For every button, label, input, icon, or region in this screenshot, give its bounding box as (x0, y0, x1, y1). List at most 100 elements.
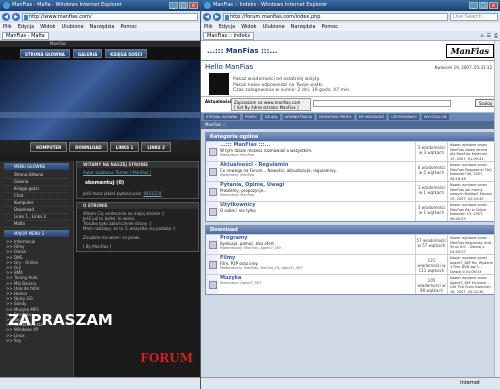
menu-item[interactable]: Plik (204, 23, 213, 31)
menu-item[interactable]: Ulubione (263, 23, 285, 31)
news-label: Aktualności: (205, 99, 233, 104)
nav-top-item[interactable]: KSIĘGA GOŚCI (105, 49, 148, 58)
menu-item[interactable]: Plik (3, 23, 12, 31)
forward-button[interactable]: ▶ (213, 13, 221, 21)
sidebar-item[interactable]: Links 1 , Links 2 (4, 214, 69, 221)
forum-last-post[interactable]: Nowe: wysłane przez ManFias Jak mamy now… (447, 182, 495, 201)
print-icon[interactable]: ⎙ (494, 33, 498, 39)
close-button[interactable]: × (189, 2, 198, 9)
forum-row[interactable]: Muzyka Moderator: Agent7_SKY 105 wiadomośc… (206, 274, 495, 294)
banner-stripe (0, 112, 200, 118)
sidebar-item[interactable]: Strona Główna (4, 172, 69, 179)
minimize-button[interactable]: _ (469, 2, 478, 9)
category-heading[interactable]: Kategoria ogólna (206, 133, 495, 141)
favicon-icon (24, 15, 28, 20)
back-button[interactable]: ◀ (2, 13, 10, 21)
forum-nav-item[interactable]: MY MESSAGES (356, 114, 387, 120)
sidebar-item[interactable]: Komputer (4, 200, 69, 207)
sidebar-item[interactable]: Mafia (4, 221, 69, 228)
forum-status-icon (206, 182, 218, 201)
vertical-scrollbar[interactable] (494, 41, 500, 377)
nav-top-item[interactable]: GALERIA (72, 49, 103, 58)
search-button[interactable]: Szukaj (475, 99, 496, 107)
nav-top-item[interactable]: STRONA GŁÓWNA (20, 49, 70, 58)
sidebar-item[interactable]: Galeria (4, 179, 69, 186)
forum-info: Programy dyskusja, pomoc, bez ofert Modera… (218, 235, 415, 254)
right-title-bar: ManFias :: Indeks - Windows Internet Exp… (201, 0, 500, 11)
news-author: [ Set By Administrator ManFias ] (234, 105, 299, 110)
comment-count[interactable]: skomentuj (0) (77, 177, 198, 189)
sidebar-item[interactable]: Download (4, 207, 69, 214)
menu-item[interactable]: Pomoc (321, 23, 338, 31)
forum-post-count: 105 wiadomości w 98 wątkach (415, 275, 447, 294)
nav-main-item[interactable]: KOMPUTER (30, 142, 68, 152)
forum-post-count: 121 wiadomości w 111 wątkach (415, 255, 447, 274)
left-address-bar: ◀ ▶ http://www.manfias.com/ (0, 11, 200, 23)
welcome-text: Autor szablonu: Tomek | ManFias | (77, 168, 198, 177)
forum-nav-item[interactable]: MODYFIKUJ PROFIL (317, 114, 354, 120)
forum-nav-item[interactable]: UŻYTKOWNICY (389, 114, 420, 120)
menu-item[interactable]: Narzędzia (90, 23, 115, 31)
live-search-input[interactable]: Live Search (450, 13, 498, 21)
menu-item[interactable]: Narzędzia (291, 23, 316, 31)
menu-item[interactable]: Widok (40, 23, 55, 31)
sidebar-item[interactable]: Chat (4, 193, 69, 200)
forum-status-icon (206, 235, 218, 254)
forum-row[interactable]: Programy dyskusja, pomoc, bez ofert Modera… (206, 234, 495, 254)
nav-main-item[interactable]: LINKS 1 (109, 142, 140, 152)
menu-item[interactable]: Ulubione (62, 23, 84, 31)
gg-number[interactable]: 9451224 (144, 191, 162, 196)
menu-item[interactable]: Pomoc (120, 23, 137, 31)
forum-last-post[interactable]: Nowe: wysłane przez ManFias Regulamin FA… (447, 162, 495, 181)
forum-row[interactable]: ...::: ManFias :::... W tym dziale możesz… (206, 141, 495, 161)
home-icon[interactable]: ⌂ (480, 33, 483, 39)
forum-last-post[interactable]: Nowe: wysłane przez ManFias Re: w Gdyni … (447, 202, 495, 221)
forum-row[interactable]: Pytania, Opinie, Uwagi Problemy, propozyc… (206, 181, 495, 201)
forum-nav-item[interactable]: SZUKAJ (262, 114, 280, 120)
forum-info: Użytkownicy O sobie i nie tylko (218, 202, 415, 221)
feeds-icon[interactable]: ☰ (487, 33, 491, 39)
right-tab[interactable]: ManFias :: Indeks (203, 31, 255, 40)
forum-last-post[interactable]: Nowe: wysłane przez ManFias Nowe strona … (447, 142, 495, 161)
forum-nav-item[interactable]: POMOC (242, 114, 260, 120)
forum-status-icon (206, 162, 218, 181)
forward-button[interactable]: ▶ (12, 13, 20, 21)
right-url-input[interactable]: http://forum.manfias.com/index.php (223, 13, 448, 21)
forum-last-post[interactable]: Nowe: wysłane przez ManFias Kaspersky An… (447, 235, 495, 254)
back-button[interactable]: ◀ (203, 13, 211, 21)
forum-nav-item[interactable]: ADMINISTRACJA (282, 114, 315, 120)
menu-item[interactable]: Widok (241, 23, 256, 31)
nav-main-item[interactable]: LINKS 2 (141, 142, 171, 152)
forum-logo-text[interactable]: FORUM (140, 351, 193, 365)
close-button[interactable]: × (489, 2, 498, 9)
forum-row[interactable]: Użytkownicy O sobie i nie tylko 3 wiadomoś… (206, 201, 495, 221)
forum-breadcrumb[interactable]: ManFias ::. (201, 121, 500, 129)
user-info-panel: Hello ManFias Kwiecień 19, 2007, 05:31:1… (201, 61, 500, 97)
forum-row[interactable]: Aktualności - Regulamin Co nowego na Foru… (206, 161, 495, 181)
forum-nav-item[interactable]: STRONA GŁÓWNA (204, 114, 240, 120)
maximize-button[interactable]: □ (179, 2, 188, 9)
info-line[interactable]: Czas zalogowania w sumie: 2 dni, 19 godz… (233, 88, 351, 94)
maximize-button[interactable]: □ (479, 2, 488, 9)
left-tab[interactable]: ManFias - Mafia (2, 31, 49, 40)
forum-last-post[interactable]: Nowe: wysłane przez Agent7_SKY Eminem - … (447, 275, 495, 294)
forum-navigation: STRONA GŁÓWNA POMOC SZUKAJ ADMINISTRACJA MOD… (201, 113, 500, 121)
forum-status-icon (206, 142, 218, 161)
nav-main-item[interactable]: DOWNLOAD (69, 142, 108, 152)
category-heading[interactable]: Download (206, 226, 495, 234)
author-link[interactable]: Autor szablonu: Tomek | ManFias | (83, 170, 151, 175)
favicon-icon (225, 15, 229, 20)
forum-nav-item[interactable]: WYLOGUJ SIĘ (422, 114, 450, 120)
minimize-button[interactable]: _ (169, 2, 178, 9)
forum-search-input[interactable] (313, 100, 451, 107)
ie-icon (204, 2, 211, 9)
forum-last-post[interactable]: Nowe: wysłane przez Agent7_SKY Re: Wydan… (447, 255, 495, 274)
left-url-input[interactable]: http://www.manfias.com/ (22, 13, 198, 21)
menu-item[interactable]: Edycja (18, 23, 35, 31)
top-navigation: STRONA GŁÓWNA GALERIA KSIĘGA GOŚCI (0, 47, 200, 60)
menu-item[interactable]: Edycja (219, 23, 236, 31)
left-url-text: http://www.manfias.com/ (29, 14, 92, 20)
sidebar-item[interactable]: Księga gości (4, 186, 69, 193)
forum-row[interactable]: Filmy Film, P2P oraz inny. Moderatorzy: Ma… (206, 254, 495, 274)
sidebar-item[interactable]: >> Sny (0, 338, 73, 343)
